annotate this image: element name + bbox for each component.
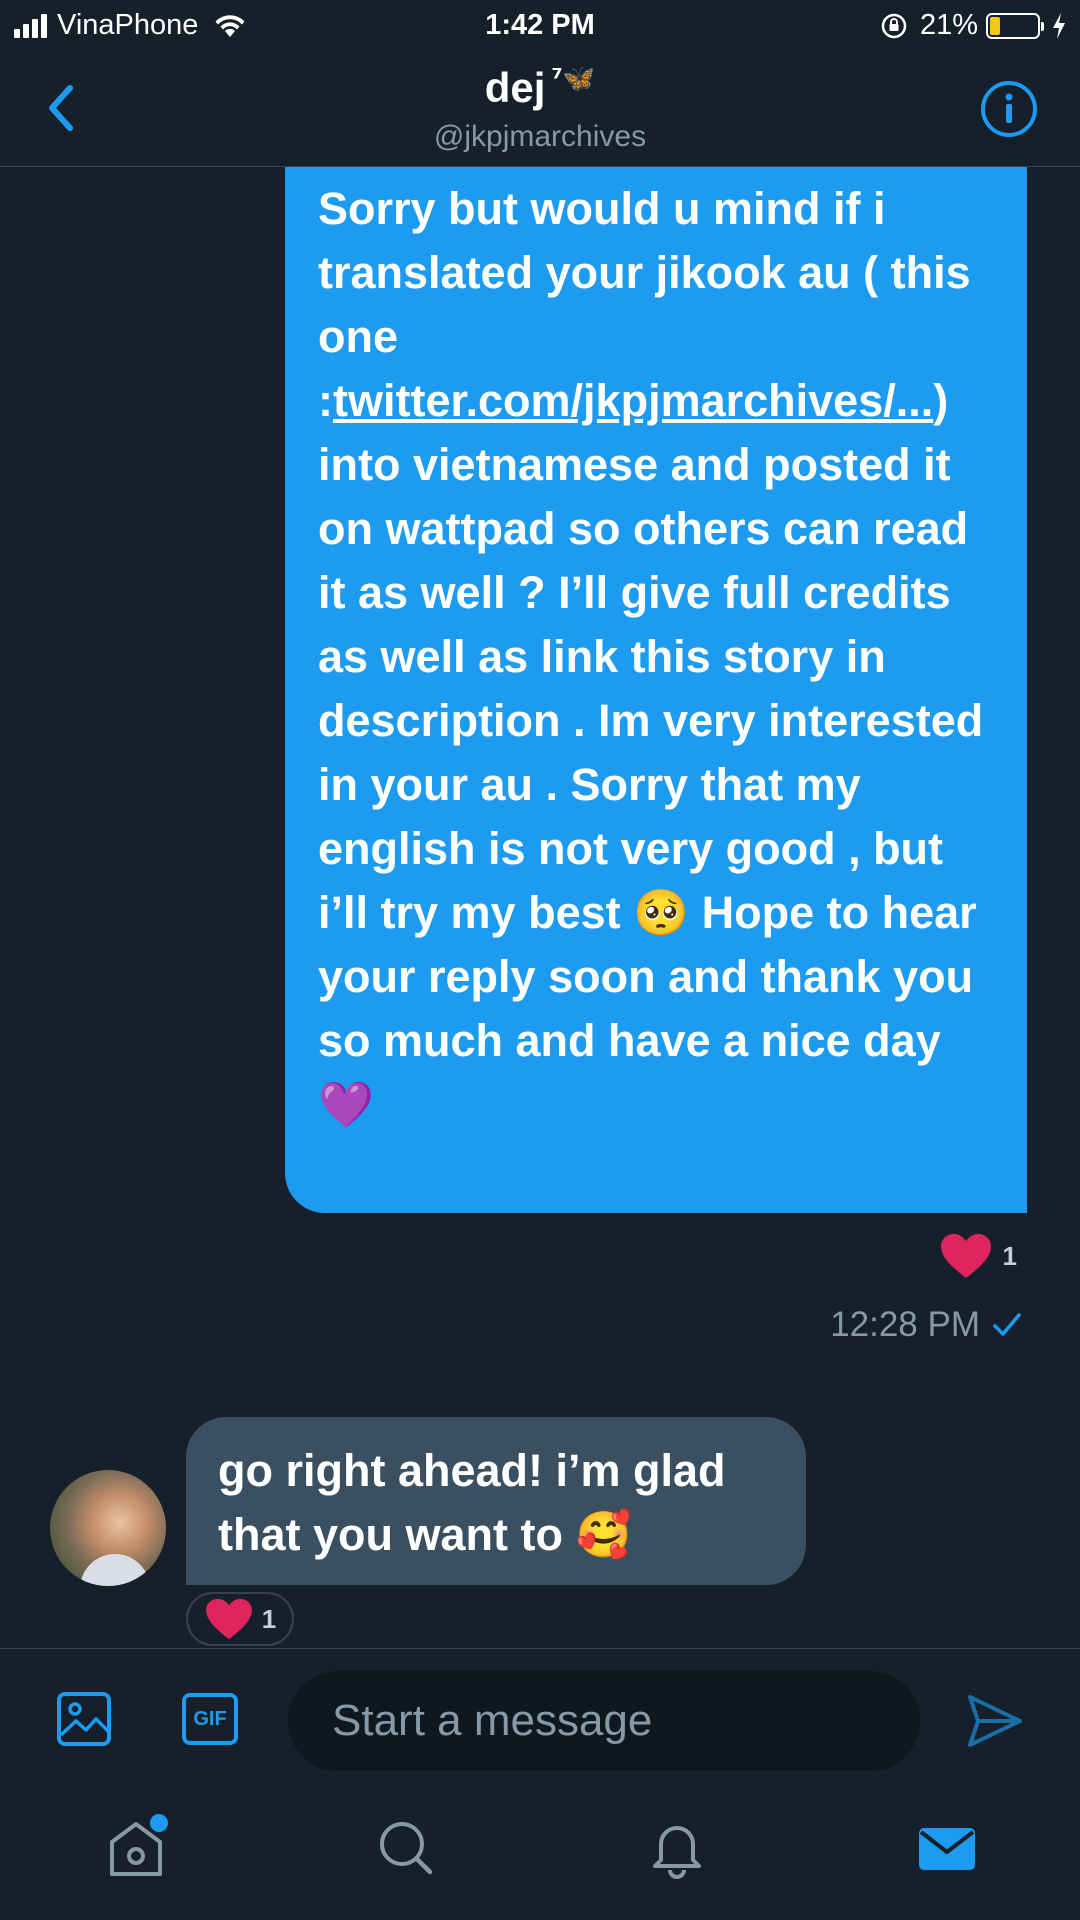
search-icon	[380, 1822, 433, 1875]
new-content-dot	[150, 1814, 168, 1832]
heart-icon	[940, 1234, 991, 1278]
received-text: go right ahead! i’m glad that you want t…	[218, 1445, 726, 1560]
battery-percent: 21%	[919, 9, 978, 41]
tab-search[interactable]	[370, 1812, 442, 1884]
orientation-lock-icon	[881, 13, 907, 38]
reaction-count: 1	[261, 1603, 277, 1634]
status-bar: VinaPhone 1:42 PM 21%	[0, 0, 1080, 56]
tab-home[interactable]	[100, 1812, 172, 1884]
received-message-bubble[interactable]: go right ahead! i’m glad that you want t…	[186, 1417, 806, 1585]
battery-icon	[986, 12, 1044, 39]
message-composer: GIF	[0, 1648, 1080, 1781]
reaction-count: 1	[1002, 1240, 1017, 1271]
conversation-header: dej ⁷🦋 @jkpjmarchives	[0, 56, 1080, 167]
info-icon	[981, 81, 1037, 137]
tab-notifications[interactable]	[641, 1812, 713, 1884]
bottom-tab-bar	[0, 1780, 1080, 1920]
contact-name-link[interactable]: dej ⁷🦋	[0, 64, 1080, 112]
smiling-face-hearts-emoji: 🥰	[575, 1508, 632, 1561]
purple-heart-emoji: 💜	[318, 1078, 375, 1131]
notifications-icon	[653, 1826, 701, 1879]
tab-messages[interactable]	[911, 1812, 983, 1884]
received-message-reaction[interactable]: 1	[186, 1592, 294, 1646]
image-icon	[57, 1692, 111, 1746]
send-icon	[968, 1695, 1022, 1747]
contact-handle: @jkpjmarchives	[433, 120, 647, 153]
gif-button[interactable]: GIF	[182, 1693, 238, 1745]
charging-icon	[1053, 12, 1065, 39]
timestamp-text: 12:28 PM	[830, 1305, 980, 1344]
message-link[interactable]: twitter.com/jkpjmarchives/...	[333, 375, 933, 426]
sent-message-reaction[interactable]: 1	[939, 1232, 1017, 1280]
message-input[interactable]	[288, 1671, 920, 1771]
sent-text-part-2: ) into vietnamese and posted it on wattp…	[318, 375, 984, 938]
image-button[interactable]	[56, 1691, 112, 1747]
battery-level	[990, 16, 1000, 35]
avatar[interactable]	[50, 1470, 166, 1586]
info-button[interactable]	[980, 80, 1038, 138]
status-right: 21%	[880, 9, 1068, 42]
butterfly-badge: ⁷🦋	[551, 64, 596, 94]
contact-name: dej	[484, 64, 546, 111]
pleading-face-emoji: 🥺	[633, 886, 690, 939]
send-button[interactable]	[966, 1693, 1024, 1749]
heart-icon	[205, 1598, 252, 1640]
messages-icon	[919, 1828, 975, 1870]
dm-conversation-screen: VinaPhone 1:42 PM 21% dej ⁷🦋 @jkpjmarchi…	[0, 0, 1080, 1920]
checkmark-icon	[993, 1313, 1021, 1336]
sent-message-bubble[interactable]: Sorry but would u mind if i translated y…	[285, 167, 1027, 1213]
message-timestamp: 12:28 PM	[830, 1305, 1022, 1345]
